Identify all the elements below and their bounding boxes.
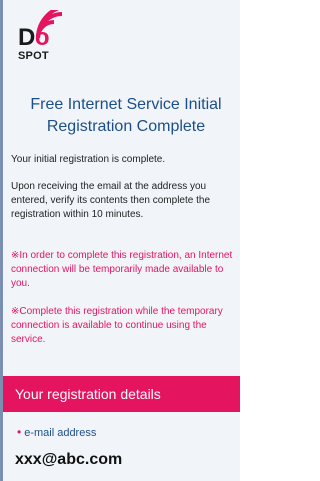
page-title: Free Internet Service Initial Registrati… [30, 96, 222, 135]
logo-spot-text: SPOT [18, 50, 49, 62]
completion-message: Your initial registration is complete. [11, 154, 166, 165]
registration-details-header: Your registration details [3, 376, 240, 412]
complete-registration-note: ※Complete this registration while the te… [11, 306, 223, 345]
registration-complete-screen: Do SPOT Free Internet Service Initial Re… [0, 0, 240, 481]
bullet-icon: • [17, 425, 22, 439]
email-address-value: xxx@abc.com [15, 451, 123, 468]
email-address-label: • e-mail address [17, 425, 96, 440]
verification-instructions: Upon receiving the email at the address … [11, 181, 210, 220]
section-title: Your registration details [15, 386, 161, 402]
logo-do-text: Do [18, 24, 50, 51]
temporary-connection-note: ※In order to complete this registration,… [11, 250, 233, 289]
dospot-logo: Do SPOT [12, 10, 76, 66]
email-label-text: e-mail address [24, 427, 97, 439]
